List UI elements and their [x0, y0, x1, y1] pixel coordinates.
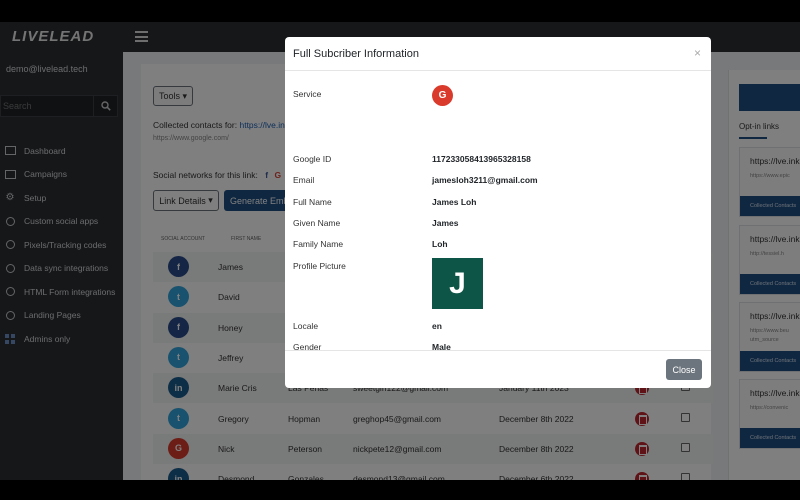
- full-name-value: James Loh: [432, 197, 477, 207]
- modal-footer: Close: [285, 350, 711, 388]
- subscriber-info-modal: Full Subcriber Information × Service G G…: [285, 37, 711, 388]
- profile-picture-label: Profile Picture: [293, 261, 346, 271]
- app-screen: LIVELEAD demo@livelead.tech Dashboard Ca…: [0, 22, 800, 480]
- close-icon[interactable]: ×: [694, 46, 701, 60]
- close-button[interactable]: Close: [666, 359, 702, 380]
- locale-value: en: [432, 321, 442, 331]
- google-id-label: Google ID: [293, 154, 332, 164]
- given-name-label: Given Name: [293, 218, 341, 228]
- family-name-value: Loh: [432, 239, 448, 249]
- service-label: Service: [293, 89, 322, 99]
- google-icon: G: [432, 85, 453, 106]
- locale-label: Locale: [293, 321, 319, 331]
- email-label: Email: [293, 175, 315, 185]
- profile-picture: J: [432, 258, 483, 309]
- given-name-value: James: [432, 218, 459, 228]
- modal-title: Full Subcriber Information: [293, 48, 419, 60]
- email-value: jamesloh3211@gmail.com: [432, 175, 538, 185]
- modal-body: Service G Google ID 11723305841396532815…: [285, 71, 711, 352]
- full-name-label: Full Name: [293, 197, 332, 207]
- modal-header: Full Subcriber Information ×: [285, 37, 711, 71]
- google-id-value: 117233058413965328158: [432, 154, 531, 164]
- family-name-label: Family Name: [293, 239, 344, 249]
